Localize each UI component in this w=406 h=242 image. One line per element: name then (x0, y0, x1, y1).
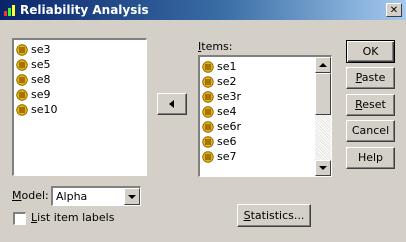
list-item-label: se2 (217, 75, 237, 88)
list-item-label: se1 (217, 60, 237, 73)
scroll-thumb[interactable] (315, 73, 331, 115)
chevron-down-icon (128, 195, 136, 199)
reset-button[interactable]: Reset (346, 94, 395, 116)
spss-app-icon (4, 5, 15, 16)
scale-variable-icon (16, 88, 28, 101)
items-scrollbar[interactable] (315, 57, 331, 176)
paste-button[interactable]: Paste (346, 67, 395, 89)
scale-variable-icon (16, 58, 28, 71)
list-item[interactable]: se5 (14, 57, 146, 72)
scroll-up-button[interactable] (315, 57, 331, 73)
scale-variable-icon (16, 43, 28, 56)
items-list[interactable]: se1 se2 se3r se4 se6r se6 se7 (198, 55, 332, 177)
list-item[interactable]: se9 (14, 87, 146, 102)
scroll-down-button[interactable] (315, 160, 331, 176)
scale-variable-icon (16, 73, 28, 86)
list-item[interactable]: se6 (200, 134, 331, 149)
list-item[interactable]: se1 (200, 59, 331, 74)
cancel-label: Cancel (351, 124, 390, 137)
window-title: Reliability Analysis (20, 3, 149, 17)
model-dropdown-button[interactable] (124, 188, 140, 205)
list-item[interactable]: se10 (14, 102, 146, 117)
list-item-label: se6r (217, 120, 242, 133)
cancel-button[interactable]: Cancel (346, 120, 395, 142)
move-variable-button[interactable] (157, 93, 187, 115)
list-item[interactable]: se2 (200, 74, 331, 89)
list-item-labels-label[interactable]: List item labels (31, 211, 114, 224)
scale-variable-icon (202, 105, 214, 118)
scale-variable-icon (202, 120, 214, 133)
list-item-label: se5 (31, 58, 51, 71)
list-item[interactable]: se8 (14, 72, 146, 87)
list-item-label: se3r (217, 90, 242, 103)
list-item-labels-checkbox[interactable] (13, 212, 26, 225)
source-variable-list[interactable]: se3 se5 se8 se9 se10 (12, 38, 147, 176)
list-item-label: se3 (31, 43, 51, 56)
model-select[interactable]: Alpha (51, 186, 141, 206)
chevron-down-icon (319, 166, 327, 170)
statistics-button[interactable]: Statistics... (237, 204, 311, 227)
close-button[interactable]: ✕ (386, 3, 402, 17)
ok-label: OK (362, 45, 379, 58)
scale-variable-icon (202, 75, 214, 88)
list-item-label: se9 (31, 88, 51, 101)
list-item[interactable]: se3r (200, 89, 331, 104)
list-item[interactable]: se7 (200, 149, 331, 164)
list-item[interactable]: se3 (14, 42, 146, 57)
model-label: Model: (12, 189, 49, 202)
list-item[interactable]: se4 (200, 104, 331, 119)
title-bar: Reliability Analysis ✕ (0, 0, 406, 20)
scale-variable-icon (16, 103, 28, 116)
ok-button[interactable]: OK (346, 40, 395, 63)
scale-variable-icon (202, 135, 214, 148)
scale-variable-icon (202, 60, 214, 73)
list-item-label: se10 (31, 103, 58, 116)
chevron-up-icon (319, 63, 327, 67)
list-item-label: se7 (217, 150, 237, 163)
scale-variable-icon (202, 150, 214, 163)
list-item-label: se4 (217, 105, 237, 118)
arrow-left-icon (169, 100, 174, 108)
help-button[interactable]: Help (346, 147, 395, 169)
model-value: Alpha (56, 190, 88, 203)
list-item-label: se6 (217, 135, 237, 148)
items-label: Items: (198, 40, 233, 53)
list-item-label: se8 (31, 73, 51, 86)
list-item[interactable]: se6r (200, 119, 331, 134)
help-label: Help (357, 151, 384, 164)
scale-variable-icon (202, 90, 214, 103)
